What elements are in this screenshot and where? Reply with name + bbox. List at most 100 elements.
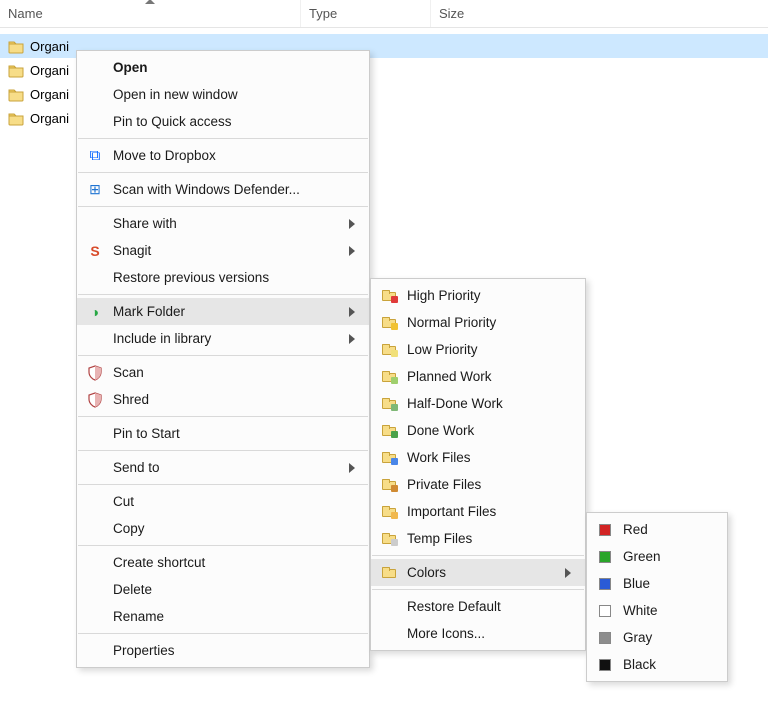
menu-item-include-in-library[interactable]: Include in library xyxy=(77,325,369,352)
menu-separator xyxy=(372,589,584,590)
shield-shred-icon xyxy=(85,390,105,410)
menu-item-rename[interactable]: Rename xyxy=(77,603,369,630)
menu-item-pin-to-start[interactable]: Pin to Start xyxy=(77,420,369,447)
menu-item-planned-work[interactable]: Planned Work xyxy=(371,363,585,390)
menu-label: Black xyxy=(623,657,713,672)
menu-label: Cut xyxy=(113,494,355,509)
folder-badge-icon xyxy=(379,448,399,468)
menu-label: Gray xyxy=(623,630,713,645)
defender-icon: ⊞ xyxy=(85,180,105,200)
folder-badge-icon xyxy=(379,286,399,306)
menu-label: Copy xyxy=(113,521,355,536)
menu-label: Share with xyxy=(113,216,331,231)
menu-item-color-gray[interactable]: Gray xyxy=(587,624,727,651)
menu-item-temp-files[interactable]: Temp Files xyxy=(371,525,585,552)
menu-item-delete[interactable]: Delete xyxy=(77,576,369,603)
menu-label: White xyxy=(623,603,713,618)
column-header-name[interactable]: Name xyxy=(0,0,300,27)
menu-label: Pin to Quick access xyxy=(113,114,355,129)
column-label: Type xyxy=(309,6,337,21)
blank-icon xyxy=(379,597,399,617)
menu-label: Temp Files xyxy=(407,531,571,546)
context-menu-colors: Red Green Blue White Gray Black xyxy=(586,512,728,682)
menu-item-copy[interactable]: Copy xyxy=(77,515,369,542)
menu-label: Send to xyxy=(113,460,331,475)
menu-item-send-to[interactable]: Send to xyxy=(77,454,369,481)
menu-label: More Icons... xyxy=(407,626,571,641)
menu-item-color-black[interactable]: Black xyxy=(587,651,727,678)
dropbox-icon: ⧉ xyxy=(85,146,105,166)
color-swatch-icon xyxy=(595,574,615,594)
menu-item-normal-priority[interactable]: Normal Priority xyxy=(371,309,585,336)
submenu-arrow-icon xyxy=(349,307,355,317)
menu-item-shred[interactable]: Shred xyxy=(77,386,369,413)
menu-label: Restore previous versions xyxy=(113,270,355,285)
menu-label: Planned Work xyxy=(407,369,571,384)
folder-badge-icon xyxy=(379,367,399,387)
blank-icon xyxy=(85,641,105,661)
menu-item-color-blue[interactable]: Blue xyxy=(587,570,727,597)
submenu-arrow-icon xyxy=(349,334,355,344)
menu-item-half-done-work[interactable]: Half-Done Work xyxy=(371,390,585,417)
menu-item-colors[interactable]: Colors xyxy=(371,559,585,586)
menu-label: Half-Done Work xyxy=(407,396,571,411)
menu-label: Done Work xyxy=(407,423,571,438)
color-swatch-icon xyxy=(595,655,615,675)
color-swatch-icon xyxy=(595,628,615,648)
menu-label: Delete xyxy=(113,582,355,597)
column-header-size[interactable]: Size xyxy=(430,0,550,27)
blank-icon xyxy=(85,424,105,444)
menu-item-color-green[interactable]: Green xyxy=(587,543,727,570)
folder-icon xyxy=(8,62,24,78)
folder-colors-icon xyxy=(379,563,399,583)
menu-item-important-files[interactable]: Important Files xyxy=(371,498,585,525)
menu-item-restore-default[interactable]: Restore Default xyxy=(371,593,585,620)
color-swatch-icon xyxy=(595,520,615,540)
menu-item-done-work[interactable]: Done Work xyxy=(371,417,585,444)
menu-label: Restore Default xyxy=(407,599,571,614)
folder-badge-icon xyxy=(379,340,399,360)
menu-label: Open in new window xyxy=(113,87,355,102)
menu-item-color-red[interactable]: Red xyxy=(587,516,727,543)
menu-label: Shred xyxy=(113,392,355,407)
menu-item-move-to-dropbox[interactable]: ⧉ Move to Dropbox xyxy=(77,142,369,169)
menu-item-pin-quick-access[interactable]: Pin to Quick access xyxy=(77,108,369,135)
column-header-type[interactable]: Type xyxy=(300,0,430,27)
blank-icon xyxy=(379,624,399,644)
menu-label: Important Files xyxy=(407,504,571,519)
menu-item-color-white[interactable]: White xyxy=(587,597,727,624)
menu-item-low-priority[interactable]: Low Priority xyxy=(371,336,585,363)
menu-item-share-with[interactable]: Share with xyxy=(77,210,369,237)
submenu-arrow-icon xyxy=(565,568,571,578)
menu-item-private-files[interactable]: Private Files xyxy=(371,471,585,498)
file-name-label: Organi xyxy=(30,111,69,126)
menu-item-cut[interactable]: Cut xyxy=(77,488,369,515)
menu-item-open-new-window[interactable]: Open in new window xyxy=(77,81,369,108)
menu-item-restore-previous[interactable]: Restore previous versions xyxy=(77,264,369,291)
menu-separator xyxy=(372,555,584,556)
menu-item-scan[interactable]: Scan xyxy=(77,359,369,386)
blank-icon xyxy=(85,214,105,234)
menu-item-work-files[interactable]: Work Files xyxy=(371,444,585,471)
menu-separator xyxy=(78,633,368,634)
menu-separator xyxy=(78,138,368,139)
menu-label: Normal Priority xyxy=(407,315,571,330)
file-name-label: Organi xyxy=(30,39,69,54)
column-label: Name xyxy=(8,6,43,21)
column-header-row: Name Type Size xyxy=(0,0,768,28)
menu-item-snagit[interactable]: S Snagit xyxy=(77,237,369,264)
menu-item-more-icons[interactable]: More Icons... xyxy=(371,620,585,647)
menu-label: Scan xyxy=(113,365,355,380)
menu-label: Rename xyxy=(113,609,355,624)
menu-item-open[interactable]: Open xyxy=(77,54,369,81)
mark-folder-icon: ◑ xyxy=(85,302,105,322)
menu-item-properties[interactable]: Properties xyxy=(77,637,369,664)
shield-scan-icon xyxy=(85,363,105,383)
menu-label: Open xyxy=(113,60,355,75)
menu-item-high-priority[interactable]: High Priority xyxy=(371,282,585,309)
menu-item-windows-defender[interactable]: ⊞ Scan with Windows Defender... xyxy=(77,176,369,203)
menu-item-mark-folder[interactable]: ◑ Mark Folder xyxy=(77,298,369,325)
menu-label: Create shortcut xyxy=(113,555,355,570)
menu-separator xyxy=(78,355,368,356)
menu-item-create-shortcut[interactable]: Create shortcut xyxy=(77,549,369,576)
